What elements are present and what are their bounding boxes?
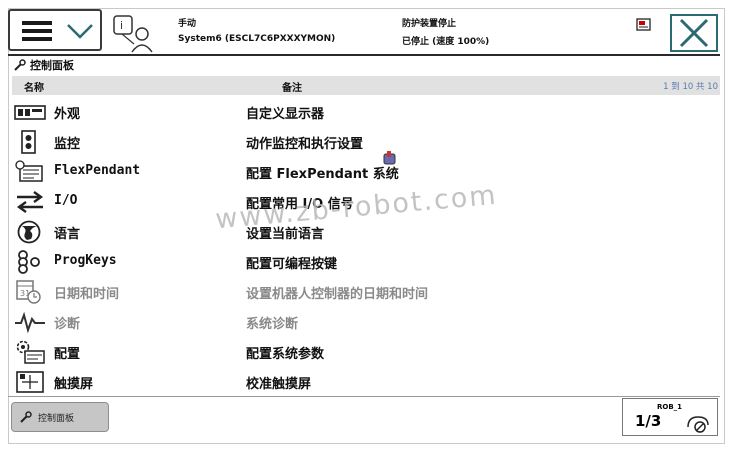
item-description: 配置 FlexPendant 系统 <box>246 167 399 182</box>
panel-title-text: 控制面板 <box>30 59 74 72</box>
calendar-clock-icon: 31 <box>16 280 41 304</box>
item-name: I/O <box>54 193 78 208</box>
globe-icon <box>17 220 41 244</box>
item-description: 动作监控和执行设置 <box>246 137 364 152</box>
item-name: 语言 <box>54 227 81 242</box>
cursor-icon <box>383 151 396 165</box>
header-divider <box>8 54 720 56</box>
controller-state: 已停止 (速度 100%) <box>402 37 490 47</box>
supervision-icon <box>21 130 36 154</box>
item-name: 监控 <box>54 137 81 152</box>
touchscreen-icon <box>16 371 44 393</box>
operation-mode: 手动 <box>178 19 197 29</box>
item-name: FlexPendant <box>54 163 141 178</box>
list-item-supervision[interactable]: 监控 动作监控和执行设置 <box>12 126 720 156</box>
diagnostics-icon <box>15 311 45 334</box>
wrench-icon <box>20 411 32 423</box>
list-item-flexpendant[interactable]: FlexPendant 配置 FlexPendant 系统 <box>12 156 720 186</box>
appearance-icon <box>14 105 46 120</box>
chevron-down-icon <box>67 24 93 39</box>
item-description: 配置可编程按键 <box>246 257 338 272</box>
taskbar-label: 控制面板 <box>38 413 75 424</box>
close-icon <box>679 18 709 48</box>
event-log-icon[interactable] <box>636 18 652 32</box>
list-item-touchscreen[interactable]: 触摸屏 校准触摸屏 <box>12 366 720 396</box>
item-name: ProgKeys <box>54 253 117 268</box>
progkeys-icon <box>18 250 40 274</box>
menu-bars-icon <box>22 21 52 41</box>
configuration-icon <box>16 340 45 364</box>
status-bar[interactable]: 手动 System6 (ESCL7C6PXXXYMON) 防护装置停止 已停止 … <box>172 14 662 52</box>
column-description: 备注 <box>282 83 302 94</box>
safety-status: 防护装置停止 <box>402 19 457 29</box>
item-description: 系统诊断 <box>246 317 299 332</box>
robot-operator-icon[interactable]: i <box>112 14 156 54</box>
increment-fraction: 1/3 <box>635 412 662 430</box>
system-name: System6 (ESCL7C6PXXXYMON) <box>178 34 336 44</box>
wrench-icon <box>14 59 26 71</box>
list-item-date-time[interactable]: 31 日期和时间 设置机器人控制器的日期和时间 <box>12 276 720 306</box>
list-item-configuration[interactable]: 配置 配置系统参数 <box>12 336 720 366</box>
close-button[interactable] <box>670 14 718 52</box>
list-item-diagnostics[interactable]: 诊断 系统诊断 <box>12 306 720 336</box>
robot-label: ROB_1 <box>657 403 683 411</box>
quickset-button[interactable]: ROB_1 1/3 <box>622 398 718 436</box>
panel-title: 控制面板 <box>14 57 74 73</box>
table-header: 名称 备注 1 到 10 共 10 <box>12 76 720 95</box>
list-item-progkeys[interactable]: ProgKeys 配置可编程按键 <box>12 246 720 276</box>
paging-info: 1 到 10 共 10 <box>663 82 718 92</box>
item-name: 外观 <box>54 107 81 122</box>
taskbar-control-panel[interactable]: 控制面板 <box>11 402 109 432</box>
item-name: 配置 <box>54 347 81 362</box>
taskbar-divider <box>8 396 720 397</box>
item-name: 诊断 <box>54 317 81 332</box>
item-name: 触摸屏 <box>54 377 94 392</box>
column-name: 名称 <box>24 83 44 94</box>
svg-text:i: i <box>120 19 123 32</box>
item-description: 自定义显示器 <box>246 107 325 122</box>
abb-menu-button[interactable] <box>8 9 102 51</box>
item-description: 设置机器人控制器的日期和时间 <box>246 287 429 302</box>
flexpendant-icon <box>15 160 43 182</box>
item-description: 配置系统参数 <box>246 347 325 362</box>
io-icon <box>16 191 44 213</box>
robot-unit-icon <box>687 416 709 433</box>
item-description: 校准触摸屏 <box>246 377 312 392</box>
item-name: 日期和时间 <box>54 287 120 302</box>
list-item-appearance[interactable]: 外观 自定义显示器 <box>12 96 720 126</box>
